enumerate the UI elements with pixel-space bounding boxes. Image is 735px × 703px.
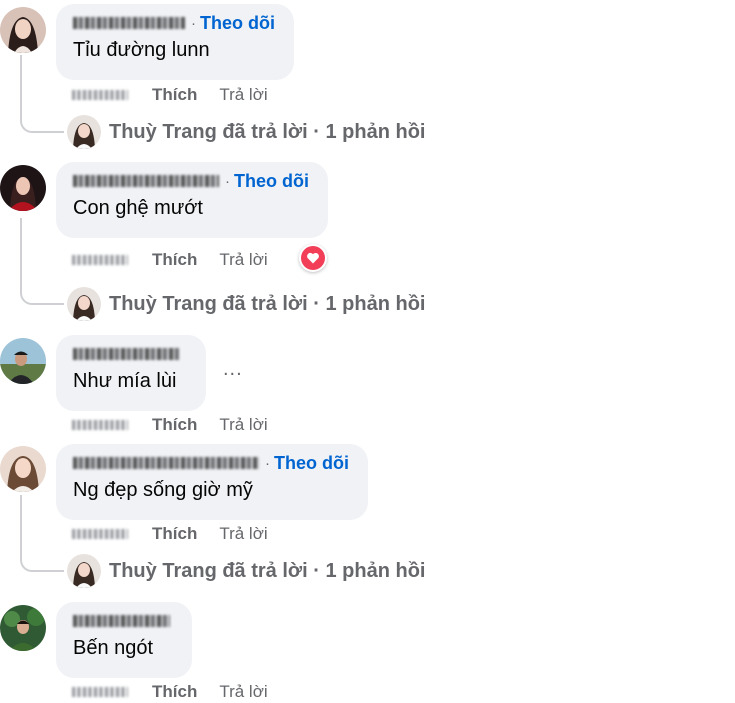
author-name[interactable] <box>73 457 259 469</box>
like-button[interactable]: Thích <box>152 524 197 544</box>
more-options-button[interactable]: ... <box>223 358 243 381</box>
comment-bubble: · Theo dõi Ng đẹp sống giờ mỹ <box>56 444 368 520</box>
comment-bubble: Bến ngót <box>56 602 192 678</box>
comment-bubble: · Theo dõi Tỉu đường lunn <box>56 4 294 80</box>
comment-actions: Thích Trả lời <box>72 414 268 436</box>
timestamp[interactable] <box>72 420 128 430</box>
replies-summary: Thuỳ Trang đã trả lời · 1 phản hồi <box>109 292 426 315</box>
avatar[interactable] <box>0 446 46 492</box>
view-replies-link[interactable]: Thuỳ Trang đã trả lời · 1 phản hồi <box>67 114 425 150</box>
like-button[interactable]: Thích <box>152 682 197 702</box>
author-name[interactable] <box>73 348 179 360</box>
author-name[interactable] <box>73 175 219 187</box>
comment-actions: Thích Trả lời <box>72 523 268 545</box>
comment-text: Ng đẹp sống giờ mỹ <box>73 479 253 501</box>
view-replies-link[interactable]: Thuỳ Trang đã trả lời · 1 phản hồi <box>67 553 425 589</box>
thread-connector <box>20 55 64 133</box>
replies-summary: Thuỳ Trang đã trả lời · 1 phản hồi <box>109 559 426 582</box>
timestamp[interactable] <box>72 90 128 100</box>
view-replies-link[interactable]: Thuỳ Trang đã trả lời · 1 phản hồi <box>67 286 425 322</box>
comment-text: Như mía lùi <box>73 370 177 392</box>
avatar[interactable] <box>0 165 46 211</box>
avatar[interactable] <box>0 7 46 53</box>
thread-connector <box>20 218 64 305</box>
timestamp[interactable] <box>72 529 128 539</box>
avatar[interactable] <box>0 338 46 384</box>
avatar[interactable] <box>0 605 46 651</box>
replier-avatar <box>67 115 101 149</box>
like-button[interactable]: Thích <box>152 250 197 270</box>
comment-actions: Thích Trả lời <box>72 681 268 703</box>
comment-item: · Theo dõi Tỉu đường lunn Thích Trả lời … <box>0 0 735 160</box>
comment-text: Bến ngót <box>73 637 154 659</box>
author-name[interactable] <box>73 615 170 627</box>
heart-reaction-icon[interactable] <box>299 244 327 272</box>
like-button[interactable]: Thích <box>152 415 197 435</box>
replies-summary: Thuỳ Trang đã trả lời · 1 phản hồi <box>109 120 426 143</box>
comment-item: Bến ngót Thích Trả lời <box>0 600 735 703</box>
reply-button[interactable]: Trả lời <box>219 250 267 270</box>
comment-item: · Theo dõi Ng đẹp sống giờ mỹ Thích Trả … <box>0 440 735 600</box>
comment-bubble: · Theo dõi Con ghệ mướt <box>56 162 328 238</box>
replier-avatar <box>67 287 101 321</box>
follow-link[interactable]: Theo dõi <box>200 13 275 34</box>
timestamp[interactable] <box>72 687 128 697</box>
follow-link[interactable]: Theo dõi <box>234 171 309 192</box>
comment-item: · Theo dõi Con ghệ mướt Thích Trả lời Th… <box>0 160 735 330</box>
like-button[interactable]: Thích <box>152 85 197 105</box>
follow-link[interactable]: Theo dõi <box>274 453 349 474</box>
comment-text: Tỉu đường lunn <box>73 39 210 61</box>
comment-bubble: Như mía lùi <box>56 335 206 411</box>
separator-dot: · <box>225 172 230 190</box>
reply-button[interactable]: Trả lời <box>219 415 267 435</box>
comment-text: Con ghệ mướt <box>73 197 203 219</box>
thread-connector <box>20 495 64 572</box>
author-name[interactable] <box>73 17 185 29</box>
separator-dot: · <box>191 14 196 32</box>
replier-avatar <box>67 554 101 588</box>
reply-button[interactable]: Trả lời <box>219 85 267 105</box>
comment-actions: Thích Trả lời <box>72 84 268 106</box>
reply-button[interactable]: Trả lời <box>219 524 267 544</box>
reply-button[interactable]: Trả lời <box>219 682 267 702</box>
comment-item: Như mía lùi ... Thích Trả lời <box>0 330 735 440</box>
comment-actions: Thích Trả lời <box>72 249 268 271</box>
timestamp[interactable] <box>72 255 128 265</box>
separator-dot: · <box>265 454 270 472</box>
